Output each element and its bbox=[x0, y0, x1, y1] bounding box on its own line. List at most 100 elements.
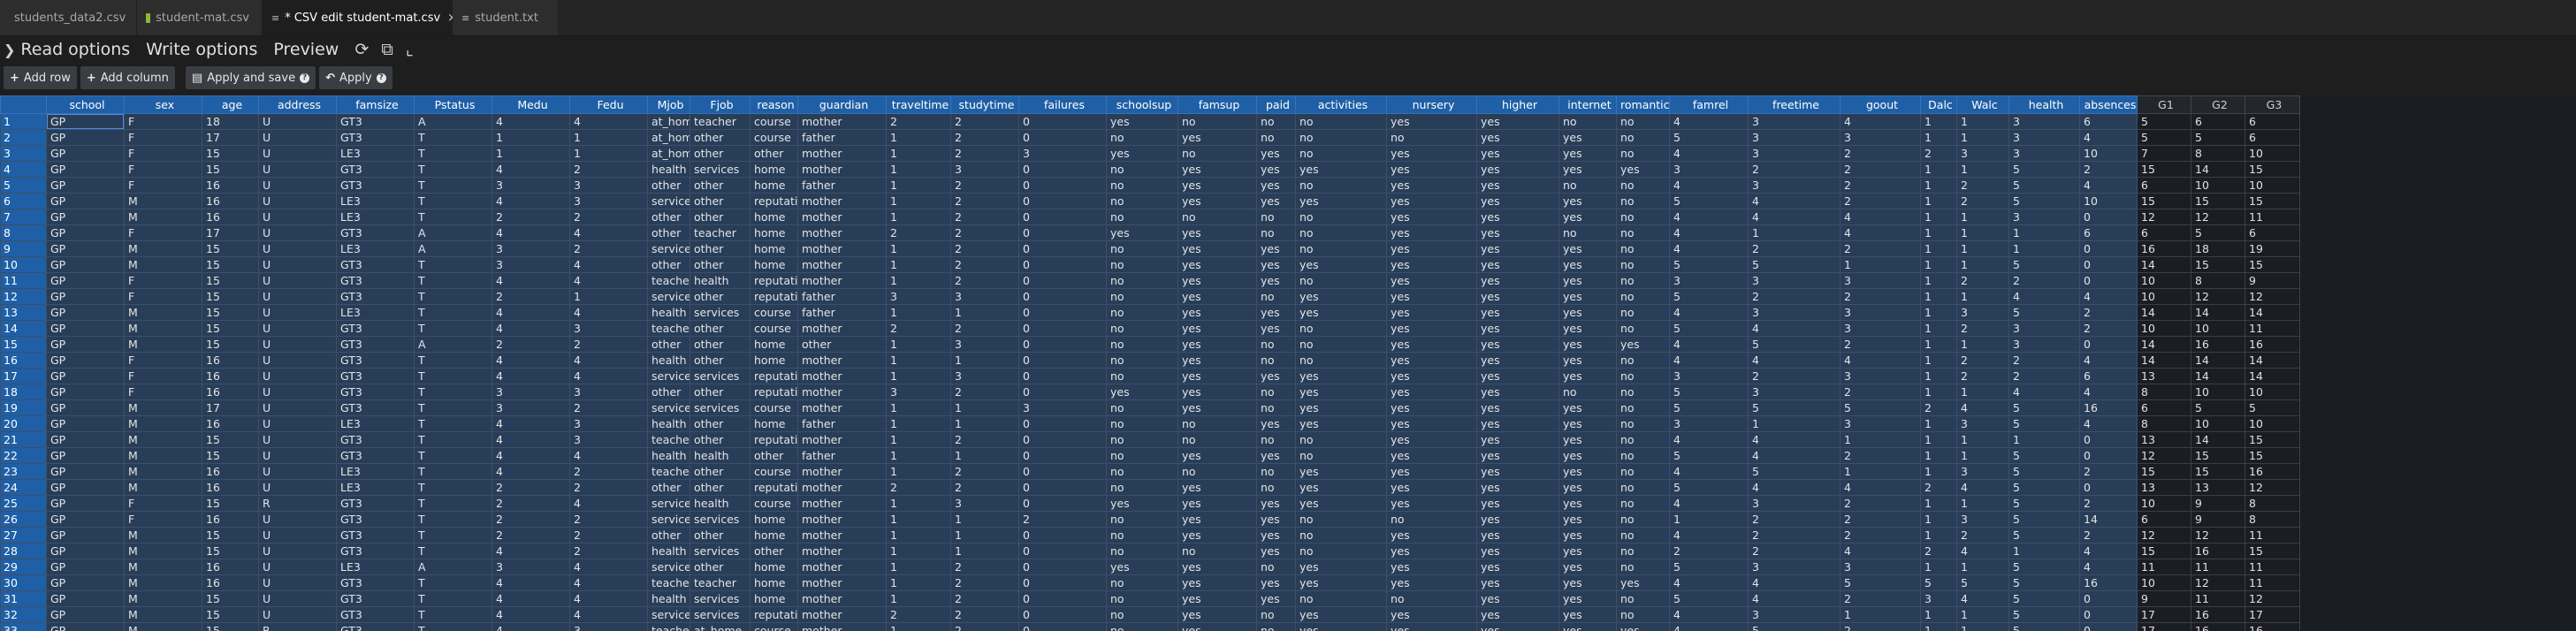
table-cell[interactable]: 2 bbox=[1748, 288, 1841, 305]
table-cell[interactable]: 1 bbox=[950, 304, 1019, 321]
table-cell[interactable]: 15 bbox=[2244, 431, 2300, 448]
table-cell[interactable]: F bbox=[124, 495, 202, 512]
row-number[interactable]: 6 bbox=[0, 193, 47, 209]
table-cell[interactable]: no bbox=[1256, 622, 1296, 631]
table-cell[interactable]: 4 bbox=[492, 543, 570, 559]
table-cell[interactable]: yes bbox=[1386, 304, 1477, 321]
table-cell[interactable]: 5 bbox=[1840, 399, 1921, 416]
table-cell[interactable]: GT3 bbox=[336, 320, 415, 337]
table-cell[interactable]: 4 bbox=[1669, 240, 1749, 257]
table-cell[interactable]: 0 bbox=[2079, 240, 2138, 257]
table-cell[interactable]: other bbox=[690, 320, 751, 337]
table-cell[interactable]: GT3 bbox=[336, 574, 415, 591]
table-cell[interactable]: other bbox=[647, 224, 690, 241]
table-cell[interactable]: 8 bbox=[2191, 145, 2245, 162]
table-cell[interactable]: other bbox=[690, 527, 751, 544]
table-cell[interactable]: 4 bbox=[1669, 463, 1749, 480]
table-cell[interactable]: 11 bbox=[2191, 590, 2245, 607]
table-cell[interactable]: yes bbox=[1177, 161, 1257, 178]
table-cell[interactable]: other bbox=[690, 256, 751, 273]
table-cell[interactable]: 16 bbox=[2191, 336, 2245, 353]
table-cell[interactable]: 12 bbox=[2137, 447, 2191, 464]
table-cell[interactable]: father bbox=[797, 415, 887, 432]
table-cell[interactable]: 3 bbox=[2008, 113, 2080, 130]
table-cell[interactable]: reputation bbox=[750, 272, 798, 289]
table-cell[interactable]: GP bbox=[46, 288, 125, 305]
table-cell[interactable]: 5 bbox=[1669, 479, 1749, 496]
table-cell[interactable]: 16 bbox=[2244, 622, 2300, 631]
table-cell[interactable]: 0 bbox=[1018, 447, 1107, 464]
table-cell[interactable]: no bbox=[1616, 320, 1670, 337]
table-cell[interactable]: 0 bbox=[2079, 272, 2138, 289]
row-number[interactable]: 10 bbox=[0, 256, 47, 273]
table-cell[interactable]: yes bbox=[1295, 479, 1387, 496]
table-cell[interactable]: 4 bbox=[1669, 145, 1749, 162]
table-cell[interactable]: 1 bbox=[1920, 463, 1957, 480]
table-cell[interactable]: 1 bbox=[886, 129, 951, 146]
table-cell[interactable]: 3 bbox=[1669, 272, 1749, 289]
table-cell[interactable]: yes bbox=[1559, 399, 1617, 416]
table-cell[interactable]: 18 bbox=[202, 113, 259, 130]
table-cell[interactable]: yes bbox=[1476, 256, 1559, 273]
table-cell[interactable]: 3 bbox=[492, 240, 570, 257]
table-cell[interactable]: at_home bbox=[647, 113, 690, 130]
table-cell[interactable]: GP bbox=[46, 177, 125, 194]
table-cell[interactable]: 4 bbox=[1669, 304, 1749, 321]
table-cell[interactable]: services bbox=[690, 543, 751, 559]
table-cell[interactable]: 3 bbox=[950, 288, 1019, 305]
table-cell[interactable]: yes bbox=[1177, 447, 1257, 464]
table-cell[interactable]: M bbox=[124, 527, 202, 544]
table-cell[interactable]: 4 bbox=[569, 352, 648, 369]
table-cell[interactable]: no bbox=[1616, 368, 1670, 384]
column-header-paid[interactable]: paid bbox=[1256, 95, 1296, 114]
table-cell[interactable]: GP bbox=[46, 399, 125, 416]
table-cell[interactable]: 2 bbox=[950, 320, 1019, 337]
table-cell[interactable]: services bbox=[690, 161, 751, 178]
table-cell[interactable]: yes bbox=[1256, 447, 1296, 464]
table-cell[interactable]: yes bbox=[1559, 463, 1617, 480]
table-cell[interactable]: F bbox=[124, 129, 202, 146]
table-cell[interactable]: GP bbox=[46, 543, 125, 559]
table-cell[interactable]: course bbox=[750, 463, 798, 480]
table-cell[interactable]: 5 bbox=[1748, 622, 1841, 631]
table-cell[interactable]: 2 bbox=[1840, 495, 1921, 512]
table-cell[interactable]: T bbox=[414, 129, 492, 146]
table-cell[interactable]: 2 bbox=[492, 288, 570, 305]
table-cell[interactable]: 3 bbox=[1018, 145, 1107, 162]
row-number[interactable]: 29 bbox=[0, 559, 47, 575]
table-cell[interactable]: no bbox=[1616, 240, 1670, 257]
table-cell[interactable]: 6 bbox=[2244, 224, 2300, 241]
table-cell[interactable]: yes bbox=[1386, 384, 1477, 400]
table-cell[interactable]: 0 bbox=[1018, 384, 1107, 400]
row-number[interactable]: 18 bbox=[0, 384, 47, 400]
table-cell[interactable]: services bbox=[647, 193, 690, 209]
table-cell[interactable]: 5 bbox=[1669, 320, 1749, 337]
table-cell[interactable]: 16 bbox=[202, 193, 259, 209]
table-cell[interactable]: T bbox=[414, 384, 492, 400]
table-cell[interactable]: 12 bbox=[2191, 288, 2245, 305]
table-cell[interactable]: no bbox=[1177, 209, 1257, 225]
column-header-age[interactable]: age bbox=[202, 95, 259, 114]
table-cell[interactable]: no bbox=[1106, 606, 1178, 623]
table-cell[interactable]: 4 bbox=[1669, 224, 1749, 241]
table-cell[interactable]: 16 bbox=[202, 384, 259, 400]
table-cell[interactable]: yes bbox=[1476, 447, 1559, 464]
table-cell[interactable]: no bbox=[1616, 559, 1670, 575]
table-cell[interactable]: 4 bbox=[492, 161, 570, 178]
table-cell[interactable]: 2 bbox=[950, 559, 1019, 575]
table-cell[interactable]: 2 bbox=[950, 479, 1019, 496]
table-cell[interactable]: U bbox=[258, 177, 337, 194]
table-cell[interactable]: GT3 bbox=[336, 113, 415, 130]
table-cell[interactable]: 4 bbox=[1956, 479, 2009, 496]
table-cell[interactable]: M bbox=[124, 606, 202, 623]
table-cell[interactable]: 1 bbox=[886, 590, 951, 607]
table-cell[interactable]: 1 bbox=[1920, 447, 1957, 464]
table-cell[interactable]: yes bbox=[1559, 574, 1617, 591]
table-cell[interactable]: 0 bbox=[1018, 559, 1107, 575]
table-cell[interactable]: 1 bbox=[492, 129, 570, 146]
table-cell[interactable]: course bbox=[750, 304, 798, 321]
table-cell[interactable]: 11 bbox=[2244, 320, 2300, 337]
table-cell[interactable]: services bbox=[647, 606, 690, 623]
table-cell[interactable]: yes bbox=[1476, 113, 1559, 130]
table-cell[interactable]: services bbox=[647, 399, 690, 416]
